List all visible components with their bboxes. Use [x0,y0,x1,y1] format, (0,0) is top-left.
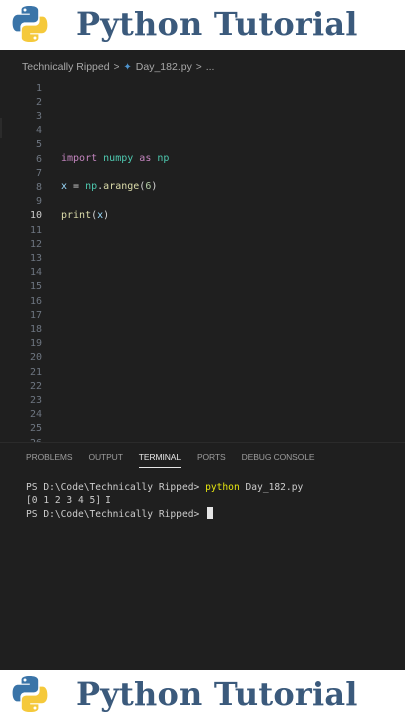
line-number: 5 [35,139,42,151]
terminal-prompt: PS D:\Code\Technically Ripped> [26,509,206,520]
terminal-output: [0 1 2 3 4 5] [26,495,102,506]
chevron-right-icon: > [195,61,202,73]
tab-problems[interactable]: PROBLEMS [26,447,73,467]
line-number: 22 [29,380,42,392]
line-number: 23 [29,394,42,406]
banner-title: Python Tutorial [76,675,358,713]
editor-line[interactable]: 20 [0,351,405,365]
line-number: 7 [35,167,42,179]
editor-line[interactable]: 21 [0,365,405,379]
terminal[interactable]: PS D:\Code\Technically Ripped> python Da… [26,481,401,520]
code-line-assign[interactable]: x = np.arange(6) [61,180,157,194]
line-number: 16 [29,295,42,307]
editor-line[interactable]: 2 [0,95,405,109]
editor-line[interactable]: 7 [0,166,405,180]
terminal-output-line: [0 1 2 3 4 5] I [26,494,401,507]
tab-ports[interactable]: PORTS [197,447,226,467]
module-name: numpy [103,153,134,164]
line-number: 10 [29,210,42,222]
breadcrumb-folder[interactable]: Technically Ripped [22,61,110,73]
python-logo-icon [12,676,48,712]
breadcrumb: Technically Ripped > ✦ Day_182.py > ... [0,56,405,78]
python-logo-icon [12,6,48,42]
paren-close: ) [103,209,110,221]
editor-line[interactable]: 4 [0,124,405,138]
line-number: 21 [29,366,42,378]
breadcrumb-ellipsis[interactable]: ... [206,61,215,73]
line-number: 2 [35,96,42,108]
line-number: 12 [29,238,42,250]
line-number: 4 [35,125,42,137]
code-editor[interactable]: 1 2 3 4 5 6 7 8 9 10 11 12 13 14 15 16 17 18 19 20 21 22 23 24 2… [0,80,405,449]
editor-line[interactable]: 25 [0,422,405,436]
terminal-command-word: python [205,482,240,493]
object-np: np [85,181,98,193]
code-line-print[interactable]: print(x) [61,209,109,223]
line-number: 3 [35,110,42,122]
paren-close: ) [151,181,158,193]
terminal-cursor [207,507,214,519]
editor-line[interactable]: 15 [0,280,405,294]
module-alias: np [157,153,170,164]
top-banner: Python Tutorial [0,0,405,50]
line-number: 1 [35,82,42,94]
editor-line[interactable]: 17 [0,308,405,322]
bottom-banner: Python Tutorial [0,670,405,720]
terminal-prompt-line: PS D:\Code\Technically Ripped> [26,507,401,520]
terminal-command-line: PS D:\Code\Technically Ripped> python Da… [26,481,401,494]
line-number: 11 [29,224,42,236]
editor-line[interactable]: 5 [0,138,405,152]
line-number: 9 [35,196,42,208]
keyword-import: import [61,153,98,164]
terminal-command-arg: Day_182.py [239,482,304,493]
editor-line[interactable]: 3 [0,109,405,123]
tab-terminal[interactable]: TERMINAL [138,447,181,468]
terminal-prompt: PS D:\Code\Technically Ripped> [26,482,206,493]
function-arange: arange [103,181,140,193]
chevron-right-icon: > [113,61,120,73]
line-number: 17 [29,309,42,321]
code-line-import[interactable]: import numpy as np [61,152,169,166]
bottom-panel: PROBLEMS OUTPUT TERMINAL PORTS DEBUG CONSOLE… [0,442,405,670]
python-file-icon: ✦ [123,61,132,73]
editor-line[interactable]: 23 [0,393,405,407]
line-number: 8 [35,181,42,193]
breadcrumb-file[interactable]: Day_182.py [136,61,192,73]
tab-debug-console[interactable]: DEBUG CONSOLE [242,447,315,467]
assign-op: = [67,181,86,193]
panel-tab-bar: PROBLEMS OUTPUT TERMINAL PORTS DEBUG CONSOLE [0,443,405,471]
editor-line[interactable]: 19 [0,337,405,351]
tab-output[interactable]: OUTPUT [88,447,122,467]
line-number: 15 [29,281,42,293]
function-print: print [61,209,92,221]
editor-line[interactable]: 18 [0,322,405,336]
line-number: 25 [29,423,42,435]
editor-line[interactable]: 16 [0,294,405,308]
banner-title: Python Tutorial [76,5,358,43]
editor-line[interactable]: 24 [0,408,405,422]
editor-line[interactable]: 11 [0,223,405,237]
editor-line[interactable]: 12 [0,237,405,251]
keyword-as: as [139,153,152,164]
line-number: 24 [29,409,42,421]
editor-line[interactable]: 9 [0,195,405,209]
line-number: 14 [29,267,42,279]
editor-window: Technically Ripped > ✦ Day_182.py > ... … [0,50,405,670]
editor-line[interactable]: 1 [0,81,405,95]
editor-line[interactable]: 13 [0,251,405,265]
line-number: 6 [35,153,42,165]
line-number: 13 [29,252,42,264]
line-number: 20 [29,352,42,364]
editor-line[interactable]: 14 [0,266,405,280]
line-number: 19 [29,338,42,350]
editor-line[interactable]: 22 [0,379,405,393]
line-number: 18 [29,323,42,335]
ibeam-cursor-icon: I [105,495,111,506]
